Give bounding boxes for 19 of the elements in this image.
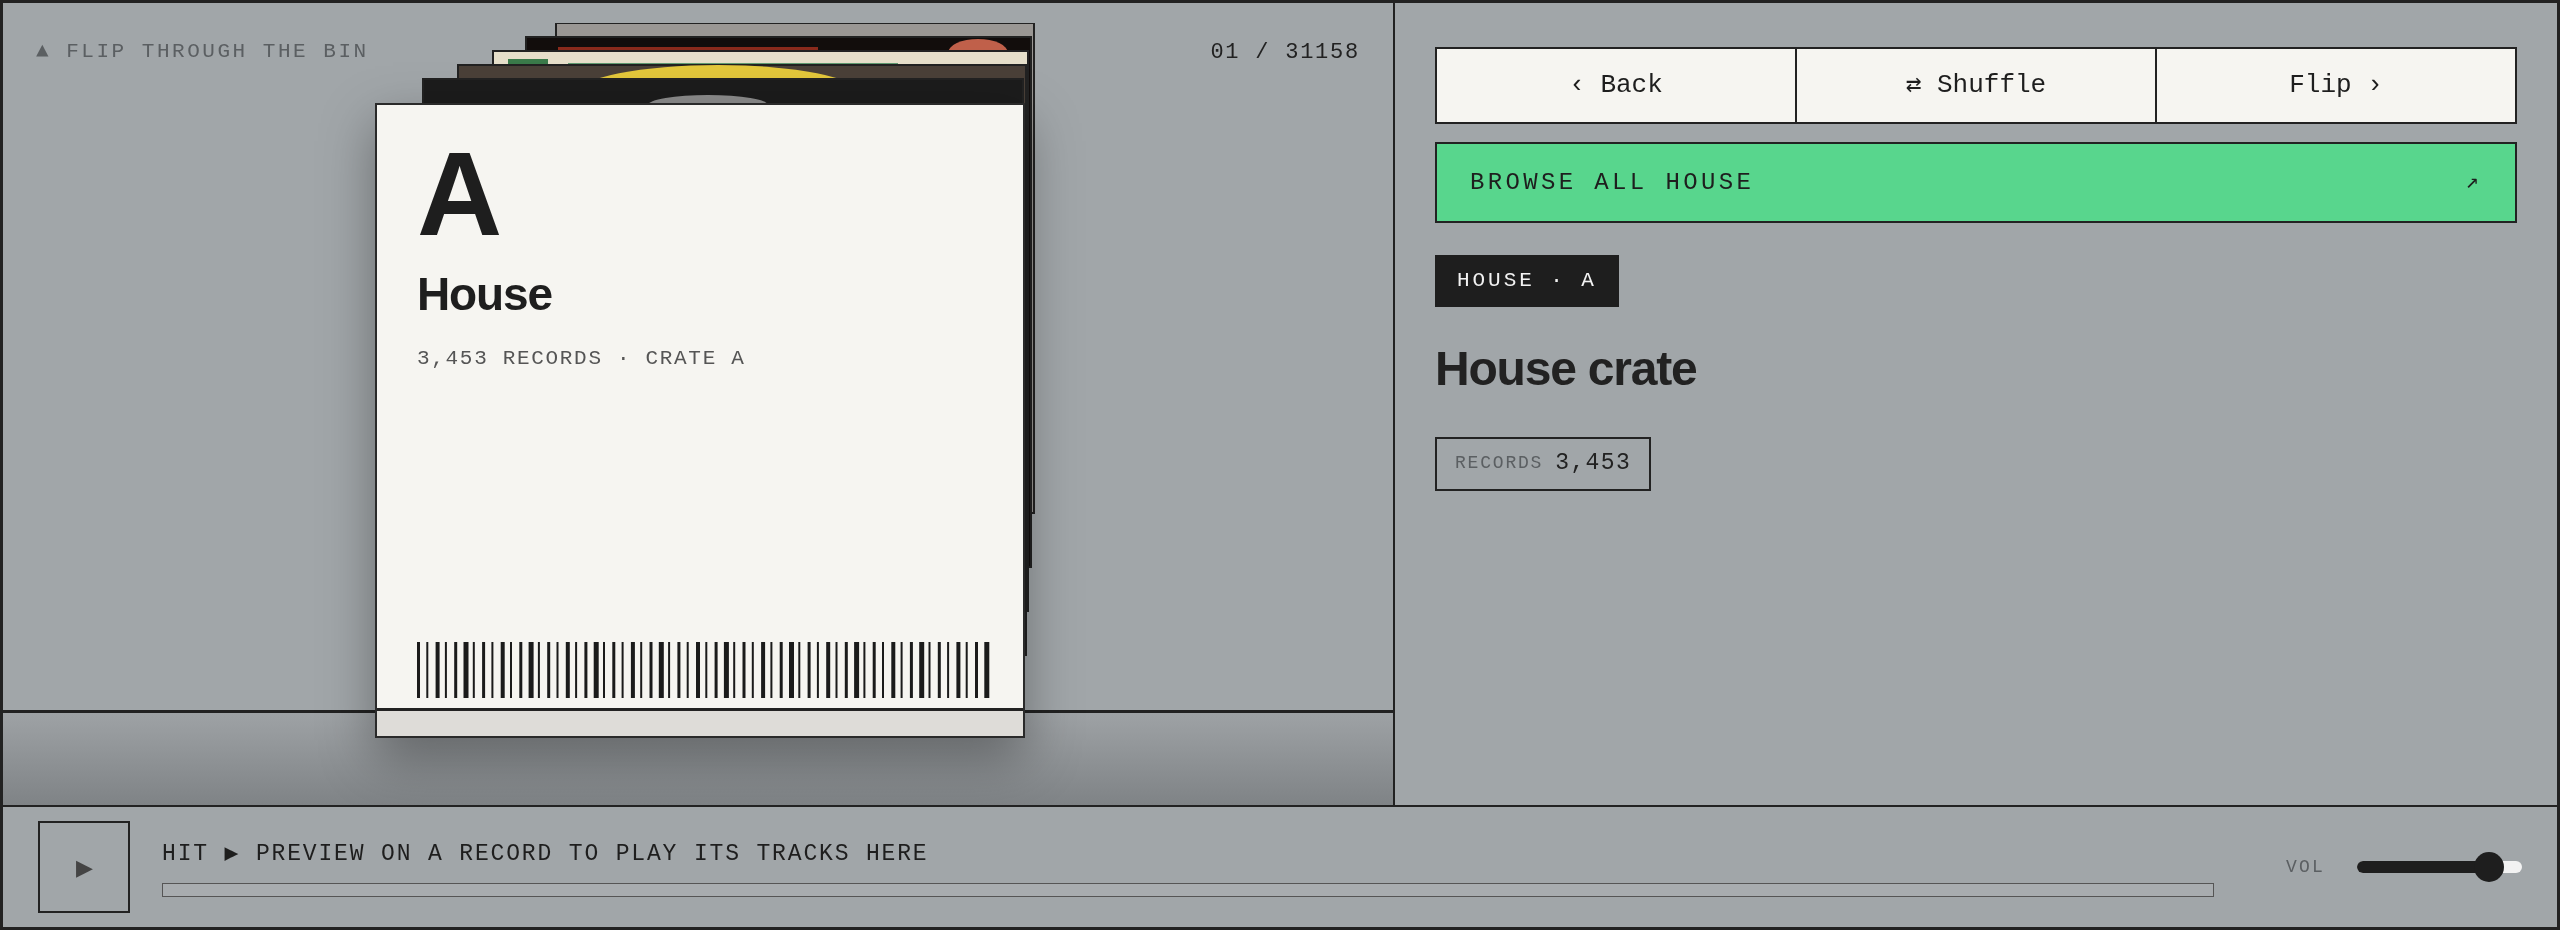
nav-button[interactable]: Flip ›: [2155, 47, 2517, 124]
record-counter: 01 / 31158: [1210, 39, 1360, 67]
stat-label: RECORDS: [1455, 452, 1544, 475]
nav-button[interactable]: ⇄ Shuffle: [1795, 47, 2157, 124]
nav-button[interactable]: ‹ Back: [1435, 47, 1797, 124]
volume-slider[interactable]: [2357, 851, 2522, 883]
player-message: HIT ▶ PREVIEW ON A RECORD TO PLAY ITS TRACKS HERE: [162, 839, 930, 869]
crate-title: House crate: [1435, 340, 1697, 397]
external-link-icon: ↗: [2465, 166, 2482, 199]
volume-thumb[interactable]: [2474, 852, 2504, 882]
volume-label: VOL: [2286, 855, 2325, 879]
stat-value: 3,453: [1555, 449, 1632, 479]
browse-button[interactable]: BROWSE ALL HOUSE ↗: [1435, 142, 2517, 223]
crate-meta: 3,453 RECORDS · CRATE A: [417, 346, 747, 372]
crate-letter: A: [417, 135, 504, 253]
genre-tag: HOUSE · A: [1435, 255, 1619, 307]
play-button[interactable]: ▶: [38, 821, 130, 913]
genre-title: House: [417, 271, 553, 317]
hint-text: ▲ FLIP THROUGH THE BIN: [36, 39, 369, 65]
